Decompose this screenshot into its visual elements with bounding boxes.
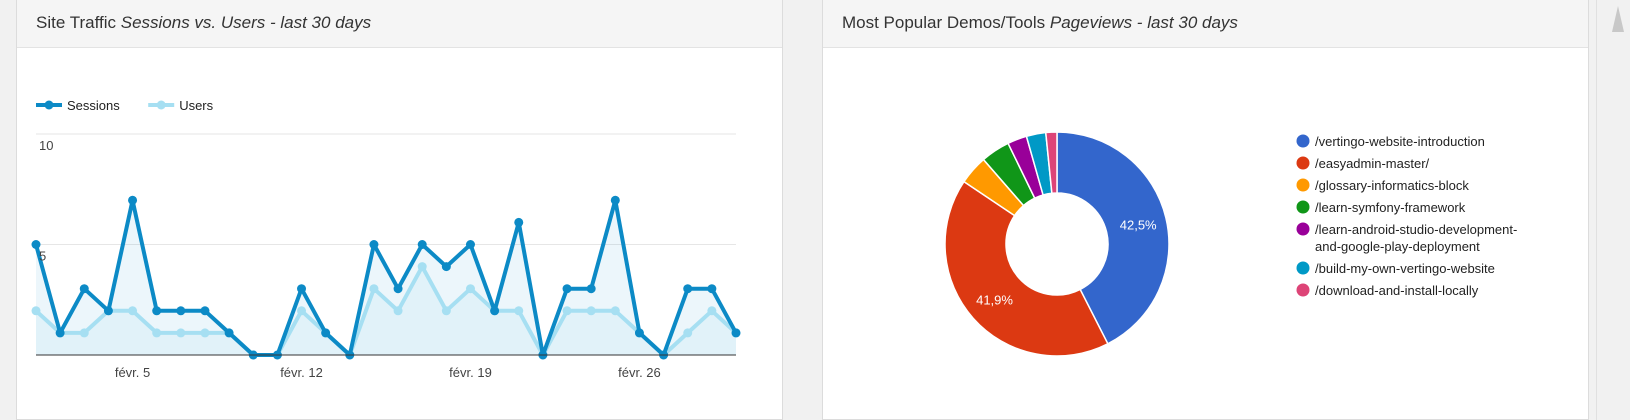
data-point xyxy=(200,328,210,338)
legend-dot xyxy=(1296,261,1310,275)
legend-label: /download-and-install-locally xyxy=(1315,283,1479,298)
data-point xyxy=(586,284,596,294)
data-point xyxy=(79,328,89,338)
data-point xyxy=(128,195,138,205)
data-point xyxy=(417,262,427,272)
page-scrollbar[interactable] xyxy=(1596,0,1614,420)
site-traffic-panel: Site Traffic Sessions vs. Users - last 3… xyxy=(16,0,783,420)
data-point xyxy=(393,306,403,316)
data-point xyxy=(465,284,475,294)
data-point xyxy=(297,306,307,316)
data-point xyxy=(297,284,307,294)
legend-dot xyxy=(1296,156,1310,170)
x-tick-label: févr. 12 xyxy=(280,365,323,380)
data-point xyxy=(417,240,427,249)
data-point xyxy=(369,284,379,294)
x-tick-label: févr. 5 xyxy=(115,365,150,380)
data-point xyxy=(152,328,162,338)
donut-slice xyxy=(944,180,1109,357)
legend-label: Users xyxy=(179,98,213,113)
traffic-line-chart: 10 5 févr. 5 févr. 12 févr. 19 févr. 26 Sessio… xyxy=(31,98,741,380)
data-point xyxy=(586,306,596,316)
scroll-indicator-icon[interactable] xyxy=(1612,6,1624,32)
data-point xyxy=(79,284,89,294)
data-point xyxy=(393,284,403,294)
data-point xyxy=(514,306,524,316)
slice-label: 42,5% xyxy=(1120,218,1157,233)
data-point xyxy=(128,306,138,316)
pageviews-donut-chart: 42,5% 41,9% /vertingo-website-introduction… xyxy=(944,131,1517,357)
legend-marker xyxy=(156,100,166,110)
data-point xyxy=(514,217,524,227)
data-point xyxy=(31,306,41,316)
data-point xyxy=(224,328,234,338)
data-point xyxy=(200,306,210,316)
data-point xyxy=(321,328,331,338)
data-point xyxy=(610,195,620,205)
legend-label: and-google-play-deployment xyxy=(1315,239,1480,254)
legend-label: /easyadmin-master/ xyxy=(1315,156,1430,171)
data-point xyxy=(562,306,572,316)
data-point xyxy=(634,328,644,338)
legend-label: Sessions xyxy=(67,98,120,113)
legend-label: /learn-android-studio-development- xyxy=(1315,222,1517,237)
data-point xyxy=(465,240,475,249)
data-point xyxy=(176,306,186,316)
data-point xyxy=(610,306,620,316)
y-tick-label: 5 xyxy=(39,249,46,264)
data-point xyxy=(103,306,113,316)
site-traffic-header: Site Traffic Sessions vs. Users - last 3… xyxy=(17,0,782,48)
y-tick-label: 10 xyxy=(39,138,53,153)
data-point xyxy=(55,328,65,338)
popular-tools-subtitle: Pageviews - last 30 days xyxy=(1049,13,1238,32)
x-tick-label: févr. 26 xyxy=(618,365,661,380)
legend-label: /glossary-informatics-block xyxy=(1315,178,1469,193)
legend-label: /vertingo-website-introduction xyxy=(1315,134,1485,149)
legend-dot xyxy=(1296,200,1310,214)
data-point xyxy=(441,306,451,316)
site-traffic-title: Site Traffic xyxy=(36,13,116,32)
data-point xyxy=(176,328,186,338)
legend-dot xyxy=(1296,178,1310,192)
data-point xyxy=(441,262,451,272)
site-traffic-subtitle: Sessions vs. Users - last 30 days xyxy=(120,13,372,32)
data-point xyxy=(369,240,379,249)
popular-tools-header: Most Popular Demos/Tools Pageviews - las… xyxy=(823,0,1588,48)
legend-label: /learn-symfony-framework xyxy=(1315,200,1466,215)
slice-label: 41,9% xyxy=(976,292,1013,307)
legend-marker xyxy=(44,100,54,110)
legend-dot xyxy=(1296,134,1310,148)
data-point xyxy=(490,306,500,316)
legend-label: /build-my-own-vertingo-website xyxy=(1315,261,1495,276)
data-point xyxy=(707,306,717,316)
data-point xyxy=(731,328,741,338)
x-tick-label: févr. 19 xyxy=(449,365,492,380)
data-point xyxy=(707,284,717,294)
data-point xyxy=(683,284,693,294)
data-point xyxy=(683,328,693,338)
popular-tools-title: Most Popular Demos/Tools xyxy=(842,13,1046,32)
legend-dot xyxy=(1296,222,1310,236)
data-point xyxy=(152,306,162,316)
data-point xyxy=(562,284,572,294)
popular-tools-panel: Most Popular Demos/Tools Pageviews - las… xyxy=(822,0,1589,420)
legend-dot xyxy=(1296,283,1310,297)
